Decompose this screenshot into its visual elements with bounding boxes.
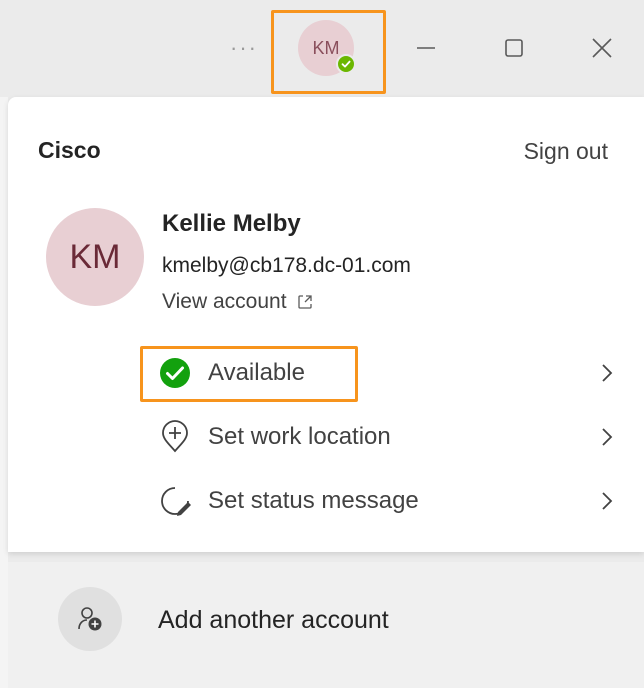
avatar-initials-large: KM xyxy=(69,237,121,276)
chevron-right-icon xyxy=(602,364,613,382)
status-message-icon xyxy=(161,487,191,516)
maximize-icon xyxy=(505,39,523,57)
background-strip xyxy=(0,97,8,688)
user-email: kmelby@cb178.dc-01.com xyxy=(162,254,411,277)
add-person-icon xyxy=(58,587,122,651)
minimize-button[interactable] xyxy=(406,28,446,68)
sign-out-link[interactable]: Sign out xyxy=(524,138,608,165)
highlight-box-available xyxy=(140,346,358,402)
user-name: Kellie Melby xyxy=(162,210,301,237)
menu-item-label: Set status message xyxy=(208,487,419,514)
ellipsis-icon: ··· xyxy=(230,35,258,60)
close-window-button[interactable] xyxy=(582,28,622,68)
chevron-right-icon xyxy=(602,428,613,446)
highlight-box-avatar xyxy=(271,10,386,94)
menu-item-set-work-location[interactable]: Set work location xyxy=(158,413,618,461)
organization-name: Cisco xyxy=(38,137,101,163)
menu-item-set-status-message[interactable]: Set status message xyxy=(158,477,618,525)
menu-item-label: Set work location xyxy=(208,423,391,450)
chevron-right-icon xyxy=(602,492,613,510)
user-avatar: KM xyxy=(46,208,144,306)
minimize-icon xyxy=(417,47,435,49)
add-account-button[interactable]: Add another account xyxy=(8,562,644,688)
location-pin-icon xyxy=(162,420,188,453)
add-account-label: Add another account xyxy=(158,606,389,634)
title-bar: ··· KM xyxy=(0,0,644,97)
view-account-link[interactable]: View account xyxy=(162,290,313,314)
close-icon xyxy=(592,38,612,58)
more-options-button[interactable]: ··· xyxy=(226,34,262,62)
external-link-icon xyxy=(297,295,312,309)
view-account-label: View account xyxy=(162,290,287,313)
account-flyout: Cisco Sign out KM Kellie Melby kmelby@cb… xyxy=(8,97,644,552)
maximize-button[interactable] xyxy=(494,28,534,68)
